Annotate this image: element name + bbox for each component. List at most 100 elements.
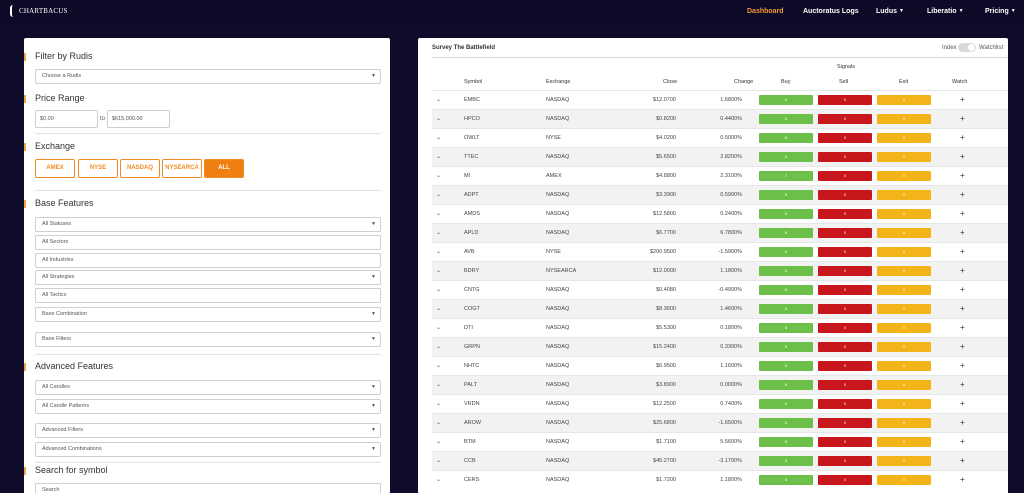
chevron-down-icon[interactable]: ⌄	[436, 172, 441, 179]
caret-down-icon: ▼	[1010, 8, 1016, 14]
chevron-down-icon[interactable]: ⌄	[436, 400, 441, 407]
nav-auctoratus-logs[interactable]: Auctoratus Logs	[803, 8, 859, 15]
chevron-down-icon[interactable]: ⌄	[436, 248, 441, 255]
plus-icon[interactable]: +	[960, 171, 965, 180]
chevron-down-icon[interactable]: ⌄	[436, 457, 441, 464]
advanced-filters-select[interactable]: Advanced Filters ▼	[35, 423, 381, 438]
chevron-down-icon[interactable]: ⌄	[436, 115, 441, 122]
plus-icon[interactable]: +	[960, 228, 965, 237]
table-row[interactable]: ⌄ AVB NYSE $200.9500 -1.5900% 6 0 0 +	[432, 242, 1008, 261]
plus-icon[interactable]: +	[960, 475, 965, 484]
table-row[interactable]: ⌄ ADPT NASDAQ $3.3900 0.5900% 6 0 0 +	[432, 185, 1008, 204]
base-filters-select[interactable]: Base Filters ▼	[35, 332, 381, 347]
index-watchlist-toggle[interactable]	[958, 43, 976, 52]
table-row[interactable]: ⌄ BDRY NYSEARCA $12.0000 1.1800% 6 0 0 +	[432, 261, 1008, 280]
chevron-down-icon[interactable]: ⌄	[436, 210, 441, 217]
watchlist-label: Watchlist	[979, 45, 1004, 51]
col-change: Change	[734, 79, 754, 85]
cell-close: $25.6800	[653, 420, 676, 426]
plus-icon[interactable]: +	[960, 361, 965, 370]
chevron-down-icon[interactable]: ⌄	[436, 476, 441, 483]
table-row[interactable]: ⌄ TTEC NASDAQ $5.6500 2.8200% 6 0 0 +	[432, 147, 1008, 166]
table-row[interactable]: ⌄ HPCO NASDAQ $0.8200 0.4400% 6 0 0 +	[432, 109, 1008, 128]
table-row[interactable]: ⌄ OWLT NYSE $4.0200 0.5000% 6 0 0 +	[432, 128, 1008, 147]
exchange-all-button[interactable]: ALL	[204, 159, 244, 178]
plus-icon[interactable]: +	[960, 418, 965, 427]
plus-icon[interactable]: +	[960, 209, 965, 218]
chevron-down-icon[interactable]: ⌄	[436, 438, 441, 445]
plus-icon[interactable]: +	[960, 114, 965, 123]
table-row[interactable]: ⌄ PALT NASDAQ $3.8900 0.0000% 6 0 0 +	[432, 375, 1008, 394]
plus-icon[interactable]: +	[960, 437, 965, 446]
table-row[interactable]: ⌄ MI AMEX $4.8800 2.3100% 7 0 0 +	[432, 166, 1008, 185]
price-min-input[interactable]: $0.00	[35, 110, 98, 128]
exchange-nasdaq-button[interactable]: NASDAQ	[120, 159, 160, 178]
cell-symbol: HPCO	[464, 116, 480, 122]
chevron-down-icon[interactable]: ⌄	[436, 343, 441, 350]
price-max-input[interactable]: $615,000.00	[107, 110, 170, 128]
chevron-down-icon[interactable]: ⌄	[436, 267, 441, 274]
plus-icon[interactable]: +	[960, 247, 965, 256]
exchange-nyse-button[interactable]: NYSE	[78, 159, 118, 178]
plus-icon[interactable]: +	[960, 456, 965, 465]
table-row[interactable]: ⌄ BTM NASDAQ $1.7100 5.5600% 5 0 0 +	[432, 432, 1008, 451]
rudis-select[interactable]: Choose a Rudis ▼	[35, 69, 381, 84]
nav-ludus[interactable]: Ludus ▼	[876, 8, 904, 15]
cell-symbol: AVB	[464, 249, 475, 255]
plus-icon[interactable]: +	[960, 342, 965, 351]
strategies-select[interactable]: All Strategies ▼	[35, 270, 381, 285]
table-row[interactable]: ⌄ CERS NASDAQ $1.7200 1.1800% 5 0 0 +	[432, 470, 1008, 489]
exchange-nysearca-button[interactable]: NYSEARCA	[162, 159, 202, 178]
table-row[interactable]: ⌄ APLD NASDAQ $6.7700 6.7800% 6 0 0 +	[432, 223, 1008, 242]
brand-logo[interactable]: CHARTBACUS	[10, 4, 68, 18]
exit-signal-badge: 0	[877, 171, 931, 181]
chevron-down-icon[interactable]: ⌄	[436, 324, 441, 331]
table-row[interactable]: ⌄ CCB NASDAQ $45.2700 -3.1700% 5 0 0 +	[432, 451, 1008, 470]
chevron-down-icon[interactable]: ⌄	[436, 362, 441, 369]
chevron-down-icon[interactable]: ⌄	[436, 286, 441, 293]
chevron-down-icon[interactable]: ⌄	[436, 229, 441, 236]
table-row[interactable]: ⌄ DTI NASDAQ $5.5300 0.1800% 6 0 0 +	[432, 318, 1008, 337]
chevron-down-icon[interactable]: ⌄	[436, 381, 441, 388]
cell-close: $0.8200	[656, 116, 676, 122]
base-combination-select[interactable]: Base Combination ▼	[35, 307, 381, 322]
candles-select[interactable]: All Candles ▼	[35, 380, 381, 395]
candle-patterns-select[interactable]: All Candle Patterns ▼	[35, 399, 381, 414]
plus-icon[interactable]: +	[960, 323, 965, 332]
plus-icon[interactable]: +	[960, 380, 965, 389]
table-row[interactable]: ⌄ CNTG NASDAQ $0.4080 -0.4900% 6 0 0 +	[432, 280, 1008, 299]
plus-icon[interactable]: +	[960, 304, 965, 313]
tactics-input[interactable]: All Tactics	[35, 288, 381, 303]
table-row[interactable]: ⌄ AROW NASDAQ $25.6800 -1.6500% 6 0 0 +	[432, 413, 1008, 432]
sectors-input[interactable]: All Sectors	[35, 235, 381, 250]
plus-icon[interactable]: +	[960, 285, 965, 294]
cell-symbol: AMDS	[464, 211, 480, 217]
plus-icon[interactable]: +	[960, 399, 965, 408]
industries-input[interactable]: All Industries	[35, 253, 381, 268]
symbol-search-input[interactable]: Search	[35, 483, 381, 493]
nav-pricing[interactable]: Pricing ▼	[985, 8, 1016, 15]
table-row[interactable]: ⌄ COGT NASDAQ $8.3600 1.4600% 6 0 0 +	[432, 299, 1008, 318]
cell-close: $6.7700	[656, 230, 676, 236]
table-row[interactable]: ⌄ GRPN NASDAQ $15.2400 0.3300% 6 0 0 +	[432, 337, 1008, 356]
chevron-down-icon[interactable]: ⌄	[436, 96, 441, 103]
plus-icon[interactable]: +	[960, 95, 965, 104]
plus-icon[interactable]: +	[960, 190, 965, 199]
plus-icon[interactable]: +	[960, 133, 965, 142]
chevron-down-icon[interactable]: ⌄	[436, 191, 441, 198]
nav-dashboard[interactable]: Dashboard	[747, 8, 784, 15]
chevron-down-icon[interactable]: ⌄	[436, 134, 441, 141]
chevron-down-icon[interactable]: ⌄	[436, 305, 441, 312]
plus-icon[interactable]: +	[960, 266, 965, 275]
exchange-amex-button[interactable]: AMEX	[35, 159, 75, 178]
chevron-down-icon[interactable]: ⌄	[436, 419, 441, 426]
statuses-select[interactable]: All Statuses ▼	[35, 217, 381, 232]
chevron-down-icon[interactable]: ⌄	[436, 153, 441, 160]
table-row[interactable]: ⌄ NHTC NASDAQ $6.9500 1.1600% 6 0 0 +	[432, 356, 1008, 375]
table-row[interactable]: ⌄ VRDN NASDAQ $12.2500 0.7400% 6 0 0 +	[432, 394, 1008, 413]
plus-icon[interactable]: +	[960, 152, 965, 161]
nav-liberatio[interactable]: Liberatio ▼	[927, 8, 964, 15]
table-row[interactable]: ⌄ AMDS NASDAQ $12.5800 0.2400% 6 0 0 +	[432, 204, 1008, 223]
advanced-combinations-select[interactable]: Advanced Combinations ▼	[35, 442, 381, 457]
table-row[interactable]: ⌄ EMBC NASDAQ $12.0700 1.6800% 6 0 0 +	[432, 90, 1008, 109]
